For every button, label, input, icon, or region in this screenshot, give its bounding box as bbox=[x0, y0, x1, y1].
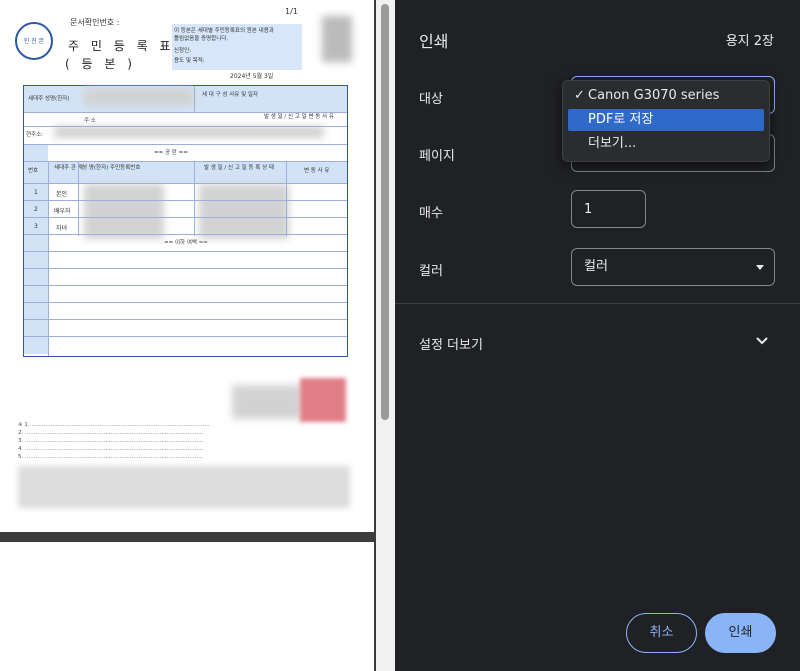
doc-page-indicator: 1/1 bbox=[285, 7, 298, 16]
col-report-date: 발 생 일 / 신 고 일 등 록 상 태 bbox=[204, 165, 274, 171]
row-3-relation: 자녀 bbox=[56, 225, 68, 232]
destination-option-label: 더보기... bbox=[588, 136, 637, 151]
destination-option-label: PDF로 저장 bbox=[588, 112, 654, 127]
preview-scrollbar-thumb[interactable] bbox=[381, 4, 389, 420]
check-icon: ✓ bbox=[574, 88, 585, 103]
destination-option-label: Canon G3070 series bbox=[588, 88, 720, 103]
color-select-value: 컬러 bbox=[584, 259, 608, 274]
dropdown-arrow-icon bbox=[756, 265, 764, 270]
col-name: 성 명(한자) 주민등록번호 bbox=[82, 165, 141, 171]
dialog-title: 인쇄 bbox=[419, 32, 449, 51]
more-settings-label[interactable]: 설정 더보기 bbox=[419, 334, 483, 353]
color-label: 컬러 bbox=[419, 264, 443, 279]
print-settings-pane: 인쇄 용지 2장 대상 페이지 ✓ Canon G3070 series PDF… bbox=[395, 0, 800, 671]
doc-header-note-1: 이 등본은 세대별 주민등록표의 원본 내용과 bbox=[174, 28, 274, 34]
doc-number-label: 문서확인번호 : bbox=[70, 18, 120, 27]
row-2-num: 2 bbox=[34, 206, 38, 213]
destination-option-more[interactable]: 더보기... bbox=[568, 133, 764, 155]
row-3-num: 3 bbox=[34, 223, 38, 230]
chevron-down-icon[interactable] bbox=[756, 337, 768, 345]
col-number: 번호 bbox=[28, 168, 39, 174]
section-divider bbox=[395, 303, 800, 304]
copies-label: 매수 bbox=[419, 206, 443, 221]
doc-purpose-label: 용도 및 목적: bbox=[174, 58, 205, 64]
color-select[interactable]: 컬러 bbox=[571, 248, 775, 286]
row-1-relation: 본인 bbox=[56, 191, 68, 198]
cancel-button[interactable]: 취소 bbox=[626, 613, 697, 653]
pages-label: 페이지 bbox=[419, 149, 455, 164]
blurred-signature bbox=[232, 385, 302, 419]
doc-issue-date: 2024년 5월 3일 bbox=[230, 73, 274, 80]
blurred-address-detail bbox=[54, 126, 324, 138]
doc-header-note-box: 이 등본은 세대별 주민등록표의 원본 내용과 틀림없음을 증명합니다. 신청인… bbox=[172, 24, 302, 70]
blurred-footer bbox=[18, 466, 350, 508]
row-blank: == 공 란 == bbox=[154, 150, 188, 156]
preview-page-1: 인 진 본 문서확인번호 : 1/1 주 민 등 록 표 ( 등 본 ) 이 등… bbox=[0, 0, 374, 532]
print-button[interactable]: 인쇄 bbox=[705, 613, 776, 653]
blurred-names bbox=[84, 184, 164, 239]
blurred-dates bbox=[199, 184, 289, 239]
official-seal: 인 진 본 bbox=[15, 22, 53, 60]
blurred-barcode bbox=[322, 16, 352, 62]
document-table: 세대주 성명(한자) 세 대 구 성 사유 및 일자 주 소 발 생 일 / 신… bbox=[23, 85, 348, 357]
destination-label: 대상 bbox=[419, 92, 443, 107]
destination-dropdown-menu: ✓ Canon G3070 series PDF로 저장 더보기... bbox=[562, 80, 770, 162]
end-of-list: == 이하 여백 == bbox=[164, 240, 208, 246]
blurred-red-stamp bbox=[300, 378, 346, 422]
col-address: 주 소 bbox=[84, 118, 96, 124]
blurred-address bbox=[84, 88, 194, 106]
col-household-head: 세대주 성명(한자) bbox=[28, 96, 70, 102]
doc-title: 주 민 등 록 표 bbox=[68, 39, 175, 53]
col-change-reason: 변 동 사 유 bbox=[304, 168, 330, 174]
destination-option-canon[interactable]: ✓ Canon G3070 series bbox=[568, 85, 764, 107]
col-change-date: 발 생 일 / 신 고 일 변 동 사 유 bbox=[264, 114, 334, 120]
row-1-num: 1 bbox=[34, 189, 38, 196]
doc-applicant-label: 신청인: bbox=[174, 48, 192, 54]
print-preview-pane: 인 진 본 문서확인번호 : 1/1 주 민 등 록 표 ( 등 본 ) 이 등… bbox=[0, 0, 395, 671]
preview-page-2 bbox=[0, 542, 374, 671]
sheet-count: 용지 2장 bbox=[725, 34, 774, 49]
copies-input[interactable] bbox=[571, 190, 646, 228]
doc-header-note-2: 틀림없음을 증명합니다. bbox=[174, 36, 229, 42]
col-household-reason: 세 대 구 성 사유 및 일자 bbox=[202, 92, 259, 98]
row-2-relation: 배우자 bbox=[54, 208, 71, 215]
doc-subtitle: ( 등 본 ) bbox=[65, 57, 136, 71]
destination-option-pdf[interactable]: PDF로 저장 bbox=[568, 109, 764, 131]
row-current-address: 현주소: bbox=[26, 132, 44, 138]
